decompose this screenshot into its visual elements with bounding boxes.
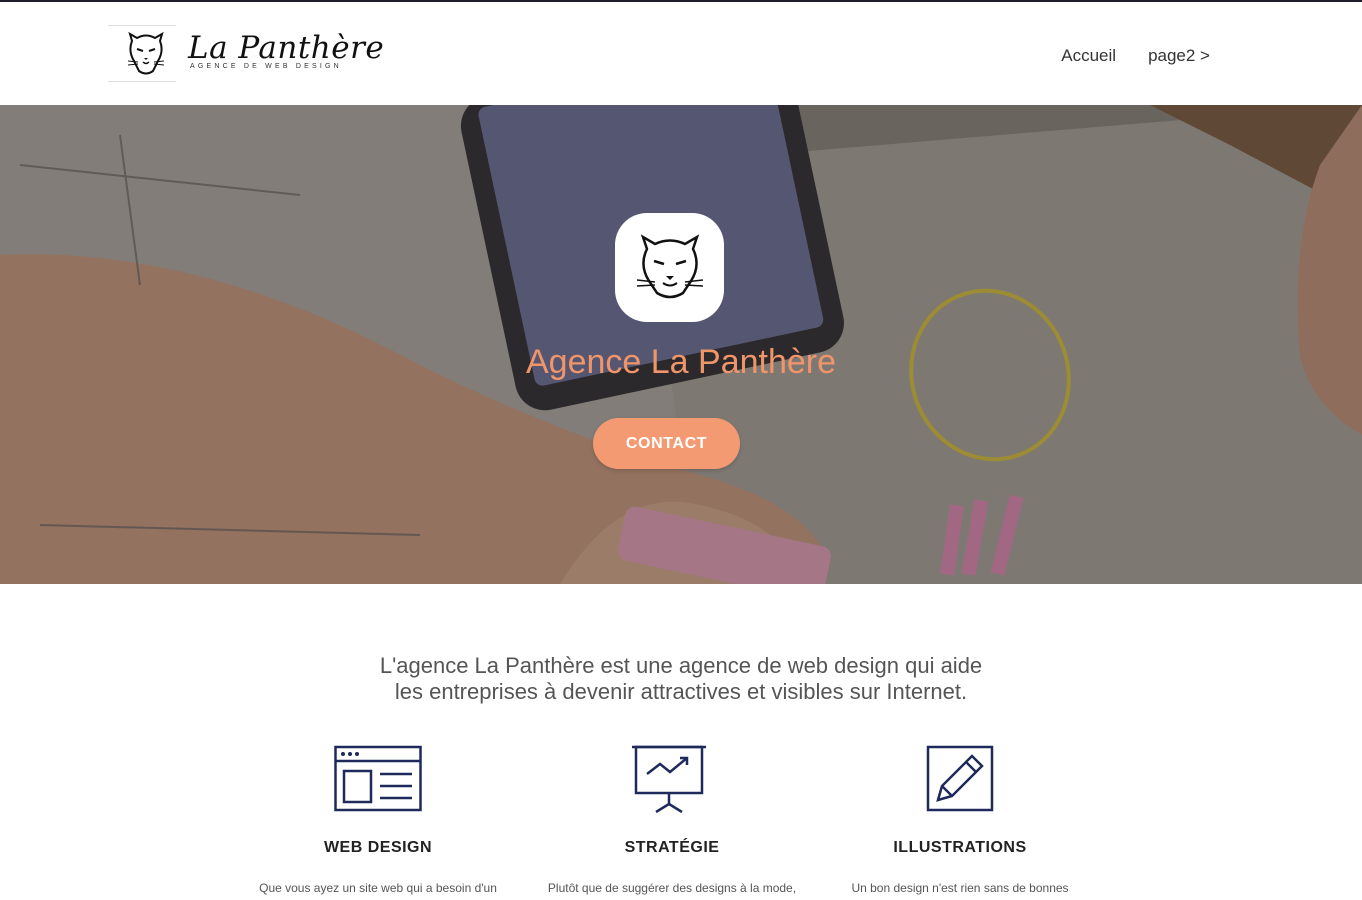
nav-link-accueil[interactable]: Accueil xyxy=(1061,46,1116,66)
logo-subtitle: AGENCE DE WEB DESIGN xyxy=(190,63,342,70)
panther-logo-icon xyxy=(108,25,176,82)
site-logo[interactable]: La Panthère AGENCE DE WEB DESIGN xyxy=(108,25,384,83)
main-nav: Accueil page2 > xyxy=(1061,46,1210,66)
feature-title: STRATÉGIE xyxy=(624,839,720,856)
feature-text: Que vous ayez un site web qui a besoin d… xyxy=(259,881,497,895)
feature-text: Un bon design n'est rien sans de bonnes xyxy=(851,881,1069,895)
intro-line-1: L'agence La Panthère est une agence de w… xyxy=(379,653,983,678)
logo-title: La Panthère xyxy=(188,30,385,66)
feature-text: Plutôt que de suggérer des designs à la … xyxy=(547,881,797,895)
browser-window-icon xyxy=(334,745,422,812)
contact-button[interactable]: CONTACT xyxy=(593,418,740,469)
hero-panther-badge xyxy=(615,213,724,322)
presentation-chart-icon xyxy=(632,745,706,814)
hero-title: Agence La Panthère xyxy=(525,343,837,381)
site-header: La Panthère AGENCE DE WEB DESIGN Accueil… xyxy=(0,2,1362,105)
intro-text: L'agence La Panthère est une agence de w… xyxy=(0,653,1362,705)
nav-link-page2[interactable]: page2 > xyxy=(1148,46,1210,66)
pencil-edit-icon xyxy=(926,745,994,812)
intro-line-2: les entreprises à devenir attractives et… xyxy=(394,679,968,704)
feature-title: WEB DESIGN xyxy=(323,839,433,856)
hero-section: Agence La Panthère CONTACT xyxy=(0,105,1362,584)
feature-title: ILLUSTRATIONS xyxy=(893,839,1027,856)
panther-icon xyxy=(637,234,703,299)
